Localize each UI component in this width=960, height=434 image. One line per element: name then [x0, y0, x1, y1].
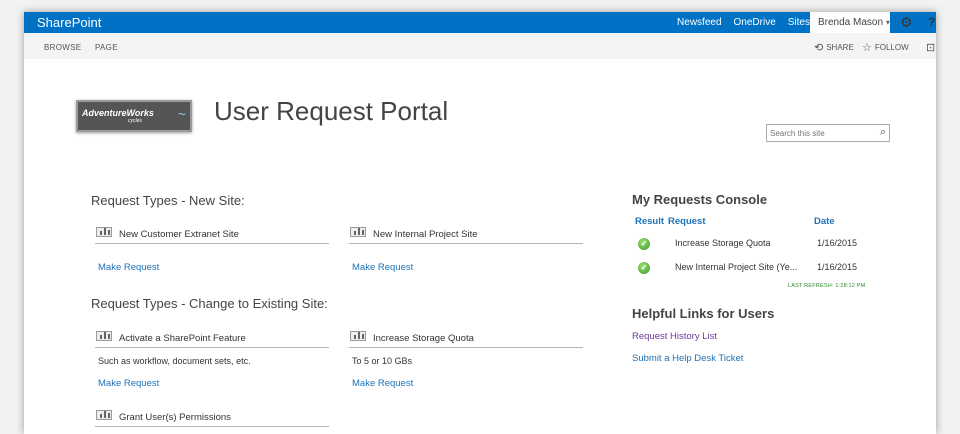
column-header-date[interactable]: Date: [814, 216, 835, 227]
share-icon: ⟲: [814, 42, 824, 54]
nav-onedrive[interactable]: OneDrive: [734, 17, 776, 28]
request-type-label: New Internal Project Site: [373, 229, 478, 240]
make-request-link[interactable]: Make Request: [98, 262, 159, 273]
request-type-card: Grant User(s) Permissions: [95, 407, 329, 427]
helpful-links-title: Helpful Links for Users: [632, 306, 775, 321]
check-icon: ✓: [638, 262, 650, 274]
request-type-description: Such as workflow, document sets, etc.: [98, 356, 251, 366]
new-site-section-title: Request Types - New Site:: [91, 193, 245, 208]
logo-subtext: cycles: [128, 118, 142, 124]
user-name: Brenda Mason: [818, 17, 884, 28]
help-desk-ticket-link[interactable]: Submit a Help Desk Ticket: [632, 353, 743, 364]
request-cell[interactable]: New Internal Project Site (Ye...: [675, 262, 797, 272]
request-type-card: New Internal Project Site: [349, 224, 583, 244]
site-logo[interactable]: AdventureWorks cycles ~: [76, 100, 192, 132]
request-type-card: Increase Storage Quota: [349, 328, 583, 348]
star-icon: ☆: [862, 42, 872, 54]
make-request-link[interactable]: Make Request: [98, 378, 159, 389]
site-icon: [96, 410, 112, 420]
gear-icon[interactable]: ⚙: [900, 14, 913, 31]
user-menu[interactable]: Brenda Mason ▾: [810, 12, 890, 33]
existing-site-section-title: Request Types - Change to Existing Site:: [91, 296, 328, 311]
site-icon: [350, 331, 366, 341]
site-icon: [96, 331, 112, 341]
suite-bar: SharePoint Newsfeed OneDrive Sites Brend…: [24, 12, 936, 33]
last-refresh-status: LAST REFRESH: 1:28:12 PM: [788, 283, 866, 289]
request-type-label: Grant User(s) Permissions: [119, 412, 231, 423]
follow-label: FOLLOW: [874, 43, 909, 52]
column-header-request[interactable]: Request: [668, 216, 705, 227]
site-icon: [350, 227, 366, 237]
request-type-card: New Customer Extranet Site: [95, 224, 329, 244]
share-button[interactable]: ⟲ SHARE: [814, 41, 854, 54]
page-title: User Request Portal: [214, 96, 449, 126]
sharepoint-window: SharePoint Newsfeed OneDrive Sites Brend…: [24, 12, 936, 434]
chevron-down-icon: ▾: [885, 18, 890, 27]
request-type-label: Activate a SharePoint Feature: [119, 333, 246, 344]
nav-sites[interactable]: Sites: [788, 17, 810, 28]
logo-text: AdventureWorks: [82, 108, 154, 118]
column-header-result[interactable]: Result: [635, 216, 664, 227]
date-cell: 1/16/2015: [817, 238, 858, 248]
request-type-label: Increase Storage Quota: [373, 333, 474, 344]
request-type-description: To 5 or 10 GBs: [352, 356, 413, 366]
make-request-link[interactable]: Make Request: [352, 378, 413, 389]
search-box[interactable]: ⌕: [766, 124, 890, 142]
make-request-link[interactable]: Make Request: [352, 262, 413, 273]
share-label: SHARE: [826, 43, 854, 52]
tab-page[interactable]: PAGE: [95, 43, 118, 52]
search-icon[interactable]: ⌕: [880, 126, 886, 139]
request-type-card: Activate a SharePoint Feature: [95, 328, 329, 348]
tab-browse[interactable]: BROWSE: [44, 43, 81, 52]
nav-newsfeed[interactable]: Newsfeed: [677, 17, 721, 28]
request-type-label: New Customer Extranet Site: [119, 229, 239, 240]
suite-nav: Newsfeed OneDrive Sites: [677, 17, 810, 28]
focus-content-icon[interactable]: ⊡: [926, 41, 935, 54]
request-cell[interactable]: Increase Storage Quota: [675, 238, 771, 248]
request-history-link[interactable]: Request History List: [632, 331, 717, 342]
site-icon: [96, 227, 112, 237]
search-input[interactable]: [770, 127, 866, 140]
check-icon: ✓: [638, 238, 650, 250]
ribbon: BROWSE PAGE ⟲ SHARE ☆ FOLLOW ⊡: [24, 33, 936, 59]
follow-button[interactable]: ☆ FOLLOW: [862, 41, 909, 54]
bicycle-icon: ~: [177, 106, 186, 122]
date-cell: 1/16/2015: [817, 262, 858, 272]
help-icon[interactable]: ?: [928, 15, 935, 29]
sharepoint-brand[interactable]: SharePoint: [37, 15, 101, 30]
console-title: My Requests Console: [632, 192, 768, 207]
